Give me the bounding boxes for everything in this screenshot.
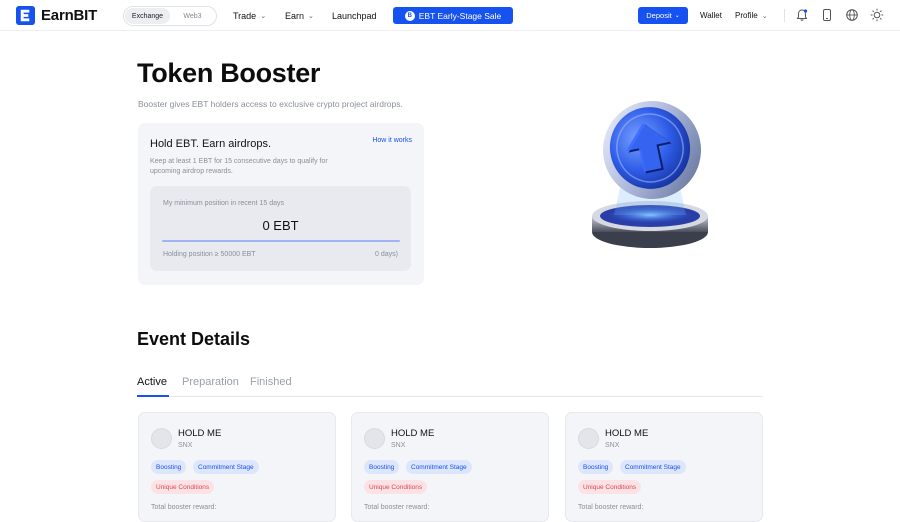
- event-name: HOLD ME: [605, 428, 649, 439]
- brand-name: EarnBIT: [41, 7, 98, 24]
- position-progress-bar: [162, 240, 400, 242]
- event-tabs: Active Preparation Finished: [137, 376, 763, 397]
- switch-exchange[interactable]: Exchange: [125, 8, 170, 24]
- how-it-works-link[interactable]: How it works: [372, 137, 412, 144]
- chevron-down-icon: ⌄: [260, 12, 267, 20]
- event-name: HOLD ME: [391, 428, 435, 439]
- holding-position-text: Holding position ≥ 50000 EBT: [163, 251, 256, 258]
- exchange-web3-switch[interactable]: Exchange Web3: [123, 6, 217, 26]
- nav-earn[interactable]: Earn ⌄: [285, 0, 314, 31]
- wallet-link[interactable]: Wallet: [700, 0, 722, 31]
- ebt-sale-label: EBT Early-Stage Sale: [418, 10, 502, 21]
- ebt-sale-button[interactable]: B EBT Early-Stage Sale: [393, 7, 513, 24]
- total-booster-reward-label: Total booster reward:: [151, 504, 217, 511]
- nav-trade[interactable]: Trade ⌄: [233, 0, 266, 31]
- user-icon: [151, 428, 172, 449]
- tab-finished[interactable]: Finished: [250, 376, 292, 388]
- tag-commitment-stage: Commitment Stage: [620, 460, 686, 474]
- tag-boosting: Boosting: [578, 460, 614, 474]
- chevron-down-icon: ⌄: [674, 13, 680, 19]
- nav-trade-label: Trade: [233, 10, 257, 21]
- event-card[interactable]: HOLD ME SNX Boosting Commitment Stage Un…: [351, 412, 549, 522]
- min-position-value: 0 EBT: [262, 218, 299, 233]
- brand-logo[interactable]: EarnBIT: [16, 6, 97, 25]
- booster-coin-illustration-icon: [592, 101, 708, 248]
- globe-icon[interactable]: [845, 8, 859, 22]
- tag-commitment-stage: Commitment Stage: [193, 460, 259, 474]
- event-token: SNX: [605, 442, 620, 449]
- bell-icon[interactable]: [795, 8, 809, 22]
- booster-card-title: Hold EBT. Earn airdrops.: [150, 138, 272, 150]
- event-card[interactable]: HOLD ME SNX Boosting Commitment Stage Un…: [565, 412, 763, 522]
- tag-unique-conditions: Unique Conditions: [578, 480, 642, 494]
- chevron-down-icon: ⌄: [308, 12, 314, 20]
- tab-active[interactable]: Active: [137, 376, 167, 388]
- total-booster-reward-label: Total booster reward:: [364, 504, 430, 511]
- tag-commitment-stage: Commitment Stage: [406, 460, 472, 474]
- sun-icon[interactable]: [870, 8, 884, 22]
- tag-boosting: Boosting: [151, 460, 187, 474]
- event-token: SNX: [391, 442, 406, 449]
- booster-card: Hold EBT. Earn airdrops. How it works Ke…: [138, 123, 424, 285]
- active-tab-indicator: [137, 395, 169, 397]
- profile-menu[interactable]: Profile ⌄: [735, 0, 768, 31]
- event-card[interactable]: HOLD ME SNX Boosting Commitment Stage Un…: [138, 412, 336, 522]
- tag-boosting: Boosting: [364, 460, 400, 474]
- earnbit-logo-icon: [16, 6, 35, 25]
- chevron-down-icon: ⌄: [761, 12, 768, 20]
- page-title: Token Booster: [137, 58, 321, 88]
- total-booster-reward-label: Total booster reward:: [578, 504, 644, 511]
- deposit-label: Deposit: [646, 11, 672, 20]
- event-details-title: Event Details: [137, 329, 251, 349]
- user-icon: [578, 428, 599, 449]
- booster-card-description: Keep at least 1 EBT for 15 consecutive d…: [150, 158, 328, 175]
- tag-unique-conditions: Unique Conditions: [364, 480, 428, 494]
- event-name: HOLD ME: [178, 428, 222, 439]
- min-position-label: My minimum position in recent 15 days: [163, 200, 284, 207]
- top-header: EarnBIT Exchange Web3 Trade ⌄ Earn ⌄ Lau…: [0, 0, 900, 31]
- user-icon: [364, 428, 385, 449]
- deposit-button[interactable]: Deposit ⌄: [638, 7, 688, 24]
- nav-launchpad[interactable]: Launchpad: [332, 0, 377, 31]
- ebt-coin-icon: B: [404, 10, 415, 21]
- nav-launchpad-label: Launchpad: [332, 10, 377, 21]
- header-divider: [784, 9, 785, 22]
- nav-earn-label: Earn: [285, 10, 305, 21]
- phone-icon[interactable]: [820, 8, 834, 22]
- tag-unique-conditions: Unique Conditions: [151, 480, 215, 494]
- wallet-label: Wallet: [700, 11, 722, 20]
- holding-days-text: 0 days): [375, 251, 398, 258]
- tab-preparation[interactable]: Preparation: [182, 376, 239, 388]
- event-token: SNX: [178, 442, 193, 449]
- position-panel: My minimum position in recent 15 days 0 …: [150, 186, 411, 271]
- switch-web3[interactable]: Web3: [170, 8, 215, 24]
- profile-label: Profile: [735, 11, 758, 20]
- page-subtitle: Booster gives EBT holders access to excl…: [138, 99, 403, 109]
